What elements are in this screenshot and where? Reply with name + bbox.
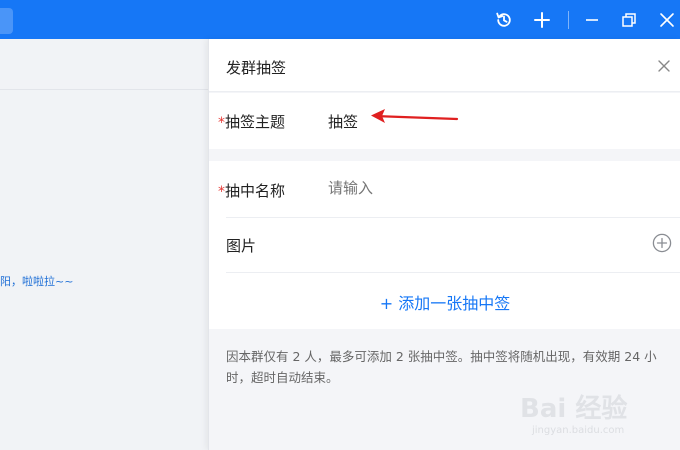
name-label-text: 抽中名称 bbox=[225, 182, 286, 200]
topic-value[interactable]: 抽签 bbox=[328, 111, 358, 132]
close-window-icon[interactable] bbox=[654, 7, 680, 33]
chat-message-snippet[interactable]: 阳，啦啦拉~~ bbox=[0, 273, 73, 289]
required-mark: * bbox=[218, 115, 225, 131]
add-icon[interactable] bbox=[529, 7, 555, 33]
title-bar bbox=[0, 0, 680, 39]
chat-pane: 阳，啦啦拉~~ bbox=[0, 39, 208, 450]
panel-header: 发群抽签 bbox=[209, 39, 680, 92]
divider bbox=[226, 272, 680, 273]
annotation-arrow bbox=[369, 107, 461, 131]
watermark-logo: Bai 经验 jingyan.baidu.com bbox=[520, 388, 670, 446]
add-image-icon[interactable] bbox=[652, 233, 672, 253]
hint-text: 因本群仅有 2 人，最多可添加 2 张抽中签。抽中签将随机出现，有效期 24 小… bbox=[226, 349, 657, 385]
history-icon[interactable] bbox=[491, 7, 517, 33]
topic-label: *抽签主题 bbox=[218, 111, 285, 132]
divider bbox=[226, 217, 680, 218]
add-winning-ticket-button[interactable]: + 添加一张抽中签 bbox=[209, 290, 680, 314]
panel-title: 发群抽签 bbox=[226, 59, 287, 77]
divider bbox=[0, 89, 208, 90]
watermark-main: Bai 经验 bbox=[520, 394, 628, 424]
name-input[interactable] bbox=[328, 180, 628, 197]
titlebar-separator bbox=[568, 11, 569, 29]
search-box[interactable] bbox=[0, 8, 13, 34]
image-label: 图片 bbox=[226, 237, 257, 255]
close-icon[interactable] bbox=[655, 57, 673, 75]
required-mark: * bbox=[218, 184, 225, 200]
minimize-icon[interactable] bbox=[579, 7, 605, 33]
topic-label-text: 抽签主题 bbox=[225, 113, 286, 131]
watermark-sub: jingyan.baidu.com bbox=[532, 425, 625, 436]
options-card: *抽中名称 图片 + 添加一张抽中签 bbox=[209, 161, 680, 329]
restore-icon[interactable] bbox=[616, 7, 642, 33]
topic-row: *抽签主题 抽签 bbox=[209, 93, 680, 149]
name-label: *抽中名称 bbox=[218, 180, 285, 201]
